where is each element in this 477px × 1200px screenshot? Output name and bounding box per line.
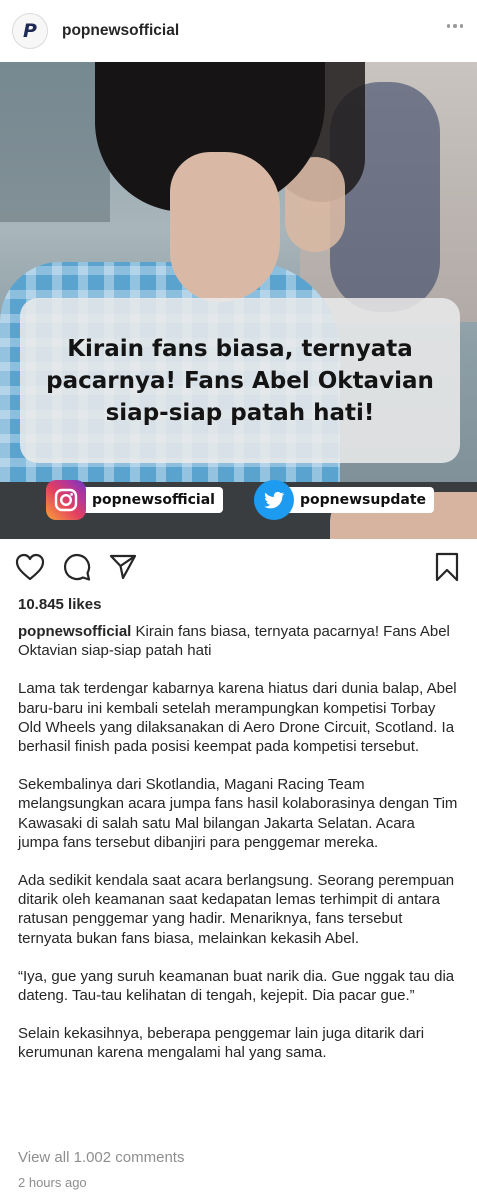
heart-icon[interactable] [14,551,46,583]
instagram-handle-badge: popnewsofficial [46,479,223,521]
view-all-comments-link[interactable]: View all 1.002 comments [18,1149,184,1166]
caption-paragraph: Lama tak terdengar kabarnya karena hiatu… [18,680,457,756]
bookmark-icon[interactable] [431,551,463,583]
caption-paragraph: “Iya, gue yang suruh keamanan buat narik… [18,967,455,1005]
instagram-icon [46,480,86,520]
background-shade [0,62,110,222]
caption-paragraph: Ada sedikit kendala saat acara berlangsu… [18,872,455,947]
post-username[interactable]: popnewsofficial [62,22,179,40]
likes-count[interactable]: 10.845 likes [18,596,101,613]
instagram-handle-label: popnewsofficial [92,492,215,508]
more-horizontal-icon[interactable] [446,24,463,28]
share-icon[interactable] [107,551,139,583]
caption-username[interactable]: popnewsofficial [18,623,131,640]
person-face [170,152,280,302]
caption: popnewsofficial Kirain fans biasa, terny… [18,622,458,1082]
caption-paragraph: Selain kekasihnya, beberapa penggemar la… [18,1025,425,1062]
post-header: P popnewsofficial [0,0,477,62]
comment-icon[interactable] [61,551,93,583]
post-image[interactable]: Kirain fans biasa, ternyata pacarnya! Fa… [0,62,477,539]
headline-text: Kirain fans biasa, ternyata pacarnya! Fa… [46,335,434,426]
twitter-handle-badge: popnewsupdate [254,479,435,521]
twitter-icon [254,480,294,520]
caption-first-paragraph: popnewsofficial Kirain fans biasa, terny… [18,622,458,660]
post-timestamp: 2 hours ago [18,1175,87,1190]
avatar[interactable]: P [12,13,48,49]
action-bar [0,540,477,594]
avatar-logo-letter: P [23,20,37,42]
instagram-handle-pill: popnewsofficial [68,487,223,513]
twitter-handle-pill: popnewsupdate [276,487,435,513]
headline-card: Kirain fans biasa, ternyata pacarnya! Fa… [20,298,460,463]
caption-paragraph: Sekembalinya dari Skotlandia, Magani Rac… [18,776,458,851]
twitter-handle-label: popnewsupdate [300,492,427,508]
